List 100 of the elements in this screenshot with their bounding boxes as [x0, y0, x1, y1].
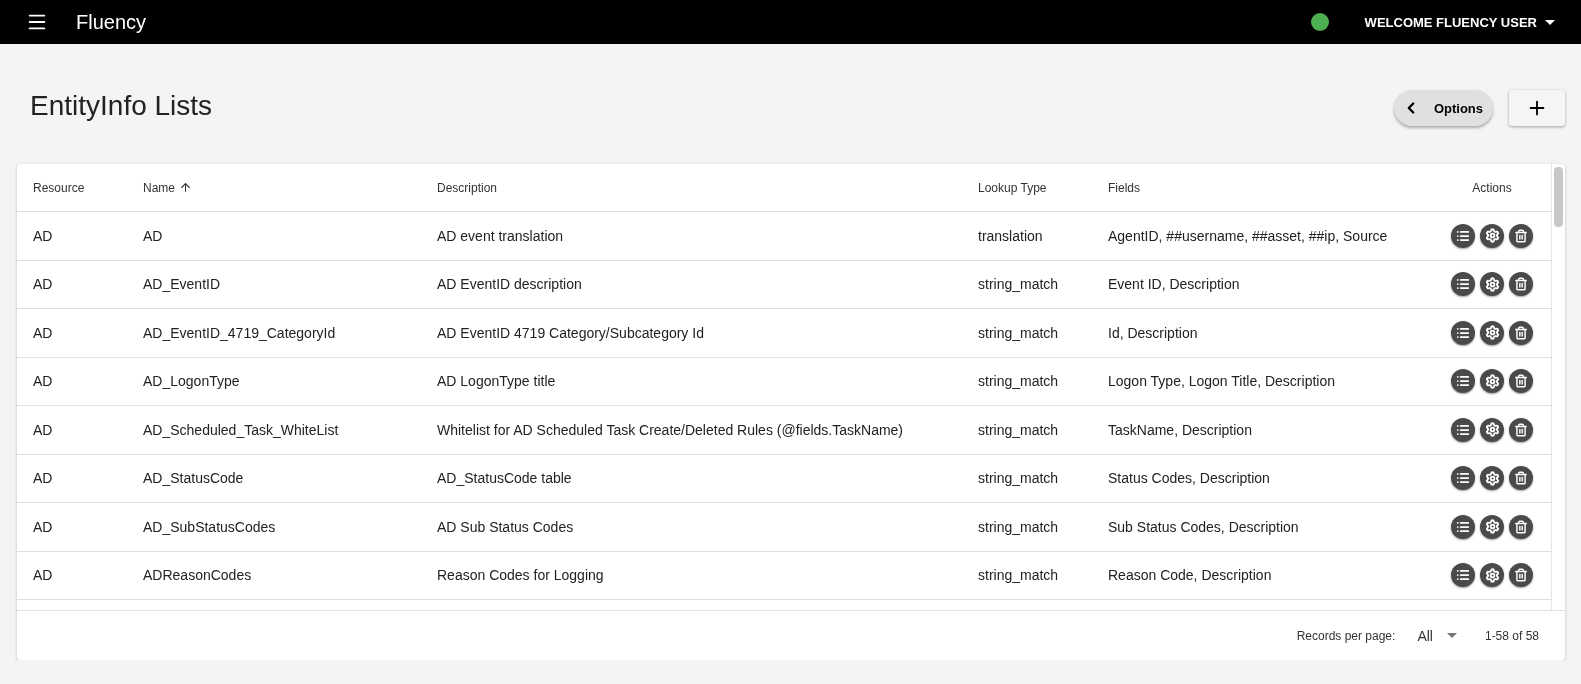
- table-cell-text: AD_EventID: [143, 276, 222, 293]
- sort-arrow-icon: [179, 181, 192, 194]
- table-cell-text: string_match: [978, 324, 1060, 341]
- settings-button[interactable]: [1480, 563, 1504, 588]
- column-header[interactable]: Fields: [1108, 180, 1433, 195]
- table-cell-text: AD EventID 4719 Category/Subcategory Id: [437, 324, 705, 341]
- user-menu[interactable]: WELCOME FLUENCY USER: [1358, 13, 1561, 31]
- table-cell-text: Sub Status Codes, Description: [1108, 518, 1300, 535]
- list-icon: [1456, 471, 1470, 486]
- list-button[interactable]: [1451, 369, 1475, 394]
- table-cell-text: Whitelist for AD Scheduled Task Create/Deleted Rules (@fields.TaskName): [437, 421, 905, 438]
- options-button[interactable]: Options: [1393, 90, 1493, 126]
- trash-icon: [1514, 325, 1528, 340]
- table-cell-text: Status Codes, Description: [1108, 470, 1271, 487]
- settings-button[interactable]: [1480, 369, 1504, 394]
- settings-button[interactable]: [1480, 417, 1504, 442]
- table-cell-text: AD EventID description: [437, 276, 583, 293]
- delete-button[interactable]: [1509, 514, 1533, 539]
- settings-icon: [1484, 373, 1500, 389]
- settings-button[interactable]: [1480, 223, 1504, 248]
- list-icon: [1456, 277, 1470, 292]
- settings-button[interactable]: [1480, 514, 1504, 539]
- table-cell-text: AD_EventID_4719_CategoryId: [143, 324, 337, 341]
- settings-icon: [1484, 567, 1500, 583]
- table-cell-text: translation: [978, 227, 1044, 244]
- list-icon: [1456, 228, 1470, 243]
- table-cell-text: Id, Description: [1108, 324, 1199, 341]
- table-cell-text: string_match: [978, 373, 1060, 390]
- list-button[interactable]: [1451, 514, 1475, 539]
- table-cell-text: AD Sub Status Codes: [437, 518, 575, 535]
- table-cell-text: AD: [33, 276, 54, 293]
- delete-button[interactable]: [1509, 272, 1533, 297]
- table-cell-text: string_match: [978, 421, 1060, 438]
- list-icon: [1456, 325, 1470, 340]
- list-icon: [1456, 422, 1470, 437]
- delete-button[interactable]: [1509, 466, 1533, 491]
- delete-button[interactable]: [1509, 563, 1533, 588]
- list-icon: [1456, 374, 1470, 389]
- scrollbar-thumb[interactable]: [1554, 167, 1563, 227]
- list-button[interactable]: [1451, 466, 1475, 491]
- table-cell-text: string_match: [978, 567, 1060, 584]
- settings-button[interactable]: [1480, 272, 1504, 297]
- delete-button[interactable]: [1509, 417, 1533, 442]
- records-per-page-select[interactable]: All: [1411, 626, 1463, 645]
- table-cell-text: AD_LogonType: [143, 373, 241, 390]
- delete-button[interactable]: [1509, 223, 1533, 248]
- column-header[interactable]: Actions: [1433, 180, 1551, 195]
- list-button[interactable]: [1451, 417, 1475, 442]
- table-cell-text: string_match: [978, 276, 1060, 293]
- table-cell-text: ADReasonCodes: [143, 567, 253, 584]
- table-cell-text: AD_StatusCode: [143, 470, 245, 487]
- table-cell-text: TaskName, Description: [1108, 421, 1253, 438]
- table-cell-text: Reason Codes for Logging: [437, 567, 605, 584]
- table-cell-text: Reason Code, Description: [1108, 567, 1273, 584]
- settings-icon: [1484, 325, 1500, 341]
- table-cell-text: AD event translation: [437, 227, 565, 244]
- table-cell-text: string_match: [978, 470, 1060, 487]
- settings-icon: [1484, 228, 1500, 244]
- trash-icon: [1514, 228, 1528, 243]
- table-cell-text: AD: [33, 518, 54, 535]
- trash-icon: [1514, 277, 1528, 292]
- table-cell-text: AgentID, ##username, ##asset, ##ip, Source: [1108, 227, 1389, 244]
- column-header[interactable]: Lookup Type: [978, 180, 1108, 195]
- page-title: EntityInfo Lists: [30, 90, 214, 122]
- delete-button[interactable]: [1509, 369, 1533, 394]
- list-button[interactable]: [1451, 563, 1475, 588]
- table-cell-text: AD: [33, 324, 54, 341]
- settings-icon: [1484, 519, 1500, 535]
- trash-icon: [1514, 471, 1528, 486]
- list-button[interactable]: [1451, 320, 1475, 345]
- column-header[interactable]: Description: [437, 180, 978, 195]
- table-cell-text: Event ID, Description: [1108, 276, 1241, 293]
- delete-button[interactable]: [1509, 320, 1533, 345]
- table-cell-text: AD_Scheduled_Task_WhiteList: [143, 421, 340, 438]
- table-cell-text: string_match: [978, 518, 1060, 535]
- column-header[interactable]: Name: [143, 180, 437, 195]
- pagination-range: 1-58 of 58: [1484, 628, 1539, 643]
- table-cell-text: AD: [33, 470, 54, 487]
- table-cell-text: AD LogonType title: [437, 373, 557, 390]
- table-cell-text: Logon Type, Logon Title, Description: [1108, 373, 1336, 390]
- trash-icon: [1514, 374, 1528, 389]
- settings-icon: [1484, 276, 1500, 292]
- settings-button[interactable]: [1480, 466, 1504, 491]
- table-cell-text: AD: [33, 373, 54, 390]
- list-button[interactable]: [1451, 272, 1475, 297]
- add-button[interactable]: [1509, 90, 1565, 126]
- list-icon: [1456, 568, 1470, 583]
- table-cell-text: AD_SubStatusCodes: [143, 518, 277, 535]
- trash-icon: [1514, 519, 1528, 534]
- column-header[interactable]: Resource: [33, 180, 143, 195]
- table-cell-text: AD: [33, 567, 54, 584]
- settings-icon: [1484, 470, 1500, 486]
- trash-icon: [1514, 422, 1528, 437]
- settings-button[interactable]: [1480, 320, 1504, 345]
- table-cell-text: AD: [33, 421, 54, 438]
- table-cell-text: AD: [143, 227, 164, 244]
- list-button[interactable]: [1451, 223, 1475, 248]
- trash-icon: [1514, 568, 1528, 583]
- settings-icon: [1484, 422, 1500, 438]
- records-per-page-label: Records per page:: [1296, 628, 1396, 643]
